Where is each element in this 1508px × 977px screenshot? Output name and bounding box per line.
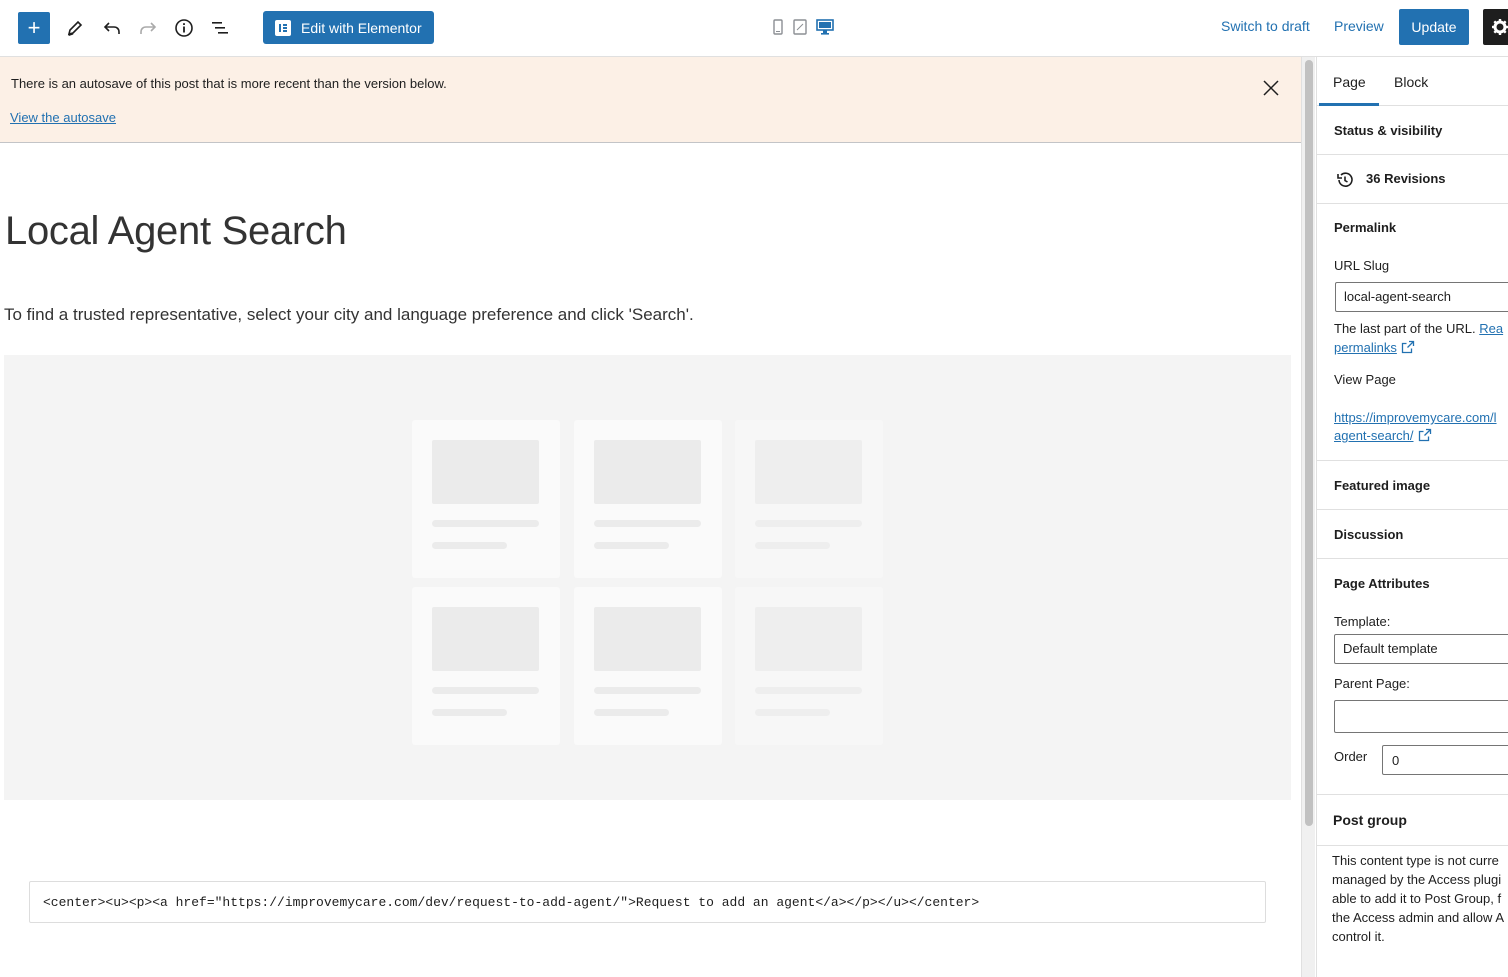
- sidebar-tabs: Page Block: [1317, 57, 1508, 106]
- order-label: Order: [1334, 749, 1368, 764]
- redo-icon[interactable]: [134, 14, 162, 42]
- post-group-line: This content type is not curre: [1332, 853, 1499, 868]
- order-input[interactable]: 0: [1382, 745, 1508, 775]
- gear-icon: [1492, 19, 1508, 35]
- add-block-button[interactable]: +: [18, 12, 50, 44]
- divider: [1317, 845, 1508, 846]
- elementor-icon: [275, 19, 291, 36]
- permalink-panel: Permalink URL Slug local-agent-search Th…: [1317, 204, 1508, 461]
- status-visibility-panel[interactable]: Status & visibility: [1317, 106, 1508, 155]
- info-icon[interactable]: [170, 14, 198, 42]
- switch-to-draft-button[interactable]: Switch to draft: [1221, 18, 1310, 34]
- editor-scrollbar[interactable]: [1301, 57, 1315, 977]
- history-icon: [1337, 172, 1353, 187]
- external-link-icon: [1418, 428, 1431, 442]
- edit-with-elementor-label: Edit with Elementor: [301, 19, 422, 36]
- placeholder-card: [574, 420, 722, 578]
- template-label: Template:: [1334, 614, 1391, 629]
- permalinks-link-text: permalinks: [1334, 340, 1397, 355]
- pencil-icon[interactable]: [61, 14, 89, 42]
- post-group-title[interactable]: Post group: [1333, 812, 1407, 828]
- block-placeholder[interactable]: [4, 355, 1291, 800]
- read-about-link[interactable]: Rea: [1479, 321, 1503, 336]
- parent-page-label: Parent Page:: [1334, 676, 1410, 691]
- discussion-title: Discussion: [1334, 527, 1404, 542]
- view-page-link-cont[interactable]: agent-search/: [1334, 428, 1432, 443]
- post-group-line: able to add it to Post Group, f: [1332, 891, 1502, 906]
- permalink-help: The last part of the URL. Rea: [1334, 321, 1503, 336]
- page-attributes-title[interactable]: Page Attributes: [1334, 576, 1430, 591]
- tab-block[interactable]: Block: [1394, 57, 1428, 106]
- scrollbar-thumb[interactable]: [1305, 60, 1313, 826]
- update-button[interactable]: Update: [1399, 9, 1469, 45]
- view-page-label: View Page: [1334, 372, 1396, 387]
- permalinks-link[interactable]: permalinks: [1334, 340, 1415, 355]
- desktop-icon[interactable]: [815, 18, 834, 36]
- settings-button[interactable]: [1483, 9, 1508, 45]
- list-view-icon[interactable]: [206, 14, 234, 42]
- close-icon[interactable]: [1260, 77, 1282, 99]
- parent-page-select[interactable]: [1334, 700, 1508, 733]
- post-group-panel: Post group This content type is not curr…: [1317, 795, 1508, 977]
- placeholder-card: [412, 420, 560, 578]
- settings-sidebar: Page Block Status & visibility 36 Revisi…: [1316, 57, 1508, 977]
- placeholder-card: [735, 587, 883, 745]
- page-attributes-panel: Page Attributes Template: Default templa…: [1317, 559, 1508, 795]
- post-group-line: control it.: [1332, 929, 1385, 944]
- template-select[interactable]: Default template: [1334, 634, 1508, 664]
- revisions-panel[interactable]: 36 Revisions: [1317, 155, 1508, 204]
- url-slug-input[interactable]: local-agent-search: [1335, 282, 1508, 312]
- notice-text: There is an autosave of this post that i…: [11, 76, 447, 91]
- editor-toolbar: + Edit with Elementor Switch to draft Pr…: [0, 0, 1508, 57]
- placeholder-card: [412, 587, 560, 745]
- html-code-block[interactable]: <center><u><p><a href="https://improvemy…: [29, 881, 1266, 923]
- discussion-panel[interactable]: Discussion: [1317, 510, 1508, 559]
- view-page-link-text: agent-search/: [1334, 428, 1414, 443]
- revisions-label: 36 Revisions: [1366, 171, 1446, 186]
- intro-paragraph[interactable]: To find a trusted representative, select…: [4, 305, 694, 325]
- editor-canvas: Local Agent Search To find a trusted rep…: [0, 143, 1301, 977]
- external-link-icon: [1401, 340, 1415, 354]
- tablet-icon[interactable]: [792, 18, 807, 36]
- post-group-line: managed by the Access plugi: [1332, 872, 1502, 887]
- url-slug-label: URL Slug: [1334, 258, 1390, 273]
- post-group-line: the Access admin and allow A: [1332, 910, 1504, 925]
- placeholder-card: [574, 587, 722, 745]
- autosave-notice: There is an autosave of this post that i…: [0, 57, 1301, 143]
- preview-button[interactable]: Preview: [1334, 18, 1384, 34]
- featured-image-title: Featured image: [1334, 478, 1431, 493]
- undo-icon[interactable]: [98, 14, 126, 42]
- featured-image-panel[interactable]: Featured image: [1317, 461, 1508, 510]
- view-page-link[interactable]: https://improvemycare.com/l: [1334, 410, 1497, 425]
- permalink-title[interactable]: Permalink: [1334, 220, 1396, 235]
- status-visibility-title: Status & visibility: [1334, 123, 1443, 138]
- post-group-text: This content type is not curre managed b…: [1332, 851, 1508, 946]
- mobile-icon[interactable]: [772, 18, 784, 36]
- view-autosave-link[interactable]: View the autosave: [10, 110, 116, 125]
- tab-page[interactable]: Page: [1319, 57, 1379, 106]
- placeholder-card: [735, 420, 883, 578]
- edit-with-elementor-button[interactable]: Edit with Elementor: [263, 11, 434, 44]
- permalink-help-text: The last part of the URL.: [1334, 321, 1476, 336]
- page-title[interactable]: Local Agent Search: [5, 209, 347, 254]
